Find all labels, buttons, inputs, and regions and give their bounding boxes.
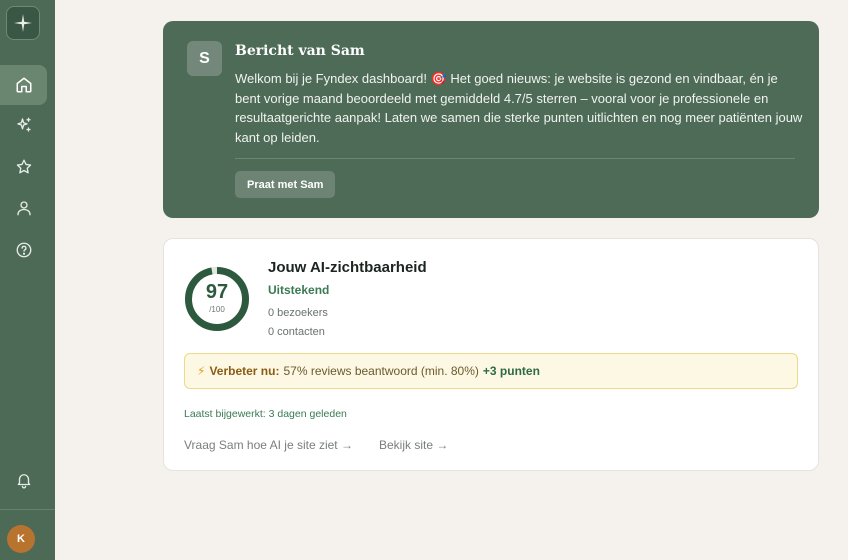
message-body: Welkom bij je Fyndex dashboard! 🎯 Het go… (235, 71, 803, 145)
tip-text: 57% reviews beantwoord (min. 80%) (283, 364, 479, 378)
user-icon (16, 201, 31, 216)
sidebar: K (0, 0, 55, 560)
visitors-count: 0 bezoekers (268, 307, 328, 319)
avatar[interactable]: K (7, 525, 35, 553)
sidebar-item-profile[interactable] (0, 188, 47, 228)
tip-points: +3 punten (482, 364, 540, 378)
lightning-icon: ⚡ (197, 364, 206, 378)
sparkles-icon (16, 117, 31, 132)
score-max: /100 (209, 305, 225, 314)
tip-label: Verbeter nu: (209, 364, 280, 378)
message-divider (235, 158, 795, 159)
bell-icon (17, 474, 30, 489)
chat-with-sam-button[interactable]: Praat met Sam (235, 171, 336, 198)
ask-sam-link[interactable]: Vraag Sam hoe AI je site ziet → (184, 438, 353, 452)
home-icon (16, 77, 31, 93)
score-value: 97 (205, 281, 229, 303)
sidebar-divider (0, 509, 55, 510)
help-circle-icon (16, 242, 31, 258)
visibility-status: Uitstekend (268, 283, 330, 297)
view-site-link[interactable]: Bekijk site → (379, 438, 448, 452)
sidebar-item-reviews[interactable] (0, 147, 47, 187)
last-updated: Laatst bijgewerkt: 3 dagen geleden (184, 408, 347, 420)
sam-avatar: S (187, 41, 222, 76)
compass-star-icon[interactable] (6, 6, 40, 40)
ai-visibility-card: 97 /100 Jouw AI-zichtbaarheid Uitstekend… (163, 238, 819, 471)
sidebar-item-help[interactable] (0, 230, 47, 270)
message-title: Bericht van Sam (235, 43, 365, 59)
visibility-title: Jouw AI-zichtbaarheid (268, 259, 427, 276)
notifications-button[interactable] (0, 460, 47, 500)
improvement-tip[interactable]: ⚡ Verbeter nu: 57% reviews beantwoord (m… (184, 353, 798, 389)
message-card: S Bericht van Sam Welkom bij je Fyndex d… (163, 21, 819, 218)
contacts-count: 0 contacten (268, 326, 325, 338)
star-icon (16, 159, 31, 174)
sidebar-item-insights[interactable] (0, 105, 47, 145)
sidebar-item-home[interactable] (0, 65, 47, 105)
